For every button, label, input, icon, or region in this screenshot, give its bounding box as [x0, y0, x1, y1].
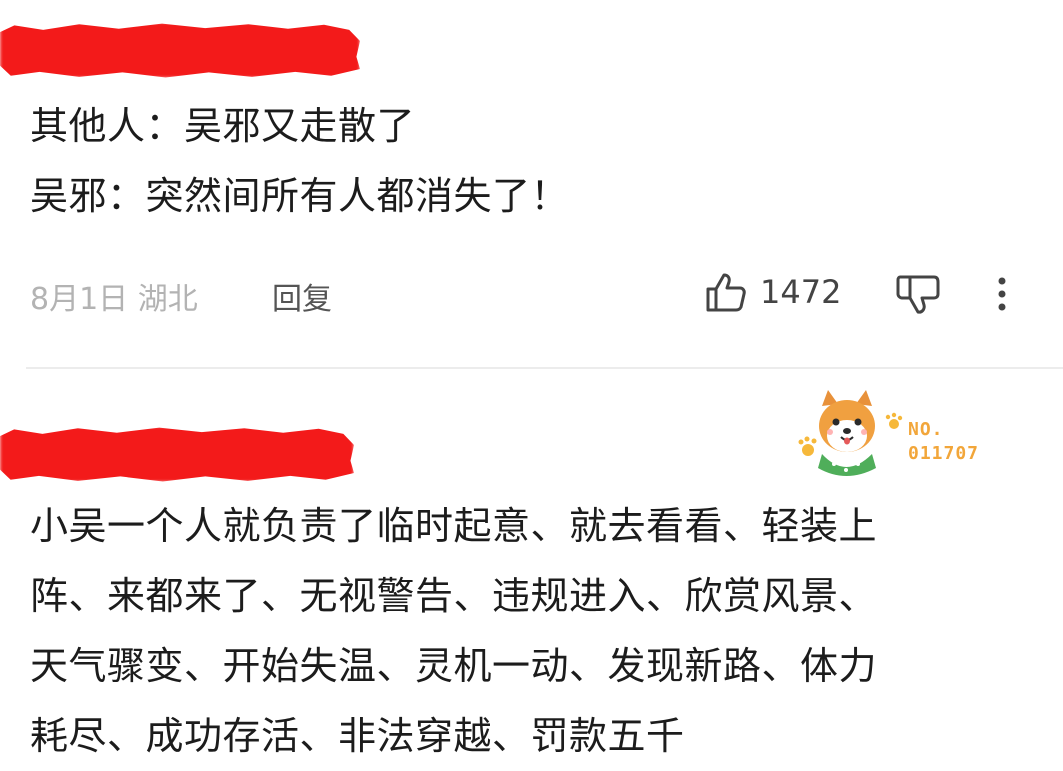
thumbs-down-icon [896, 275, 940, 314]
comment-date-location: 8月1日 湖北 [30, 282, 198, 317]
thumbs-up-icon [706, 273, 746, 312]
comment-line: 其他人：吴邪又走散了 [30, 104, 416, 148]
more-vertical-icon [998, 277, 1006, 311]
comment-line: 耗尽、成功存活、非法穿越、罚款五千 [30, 714, 685, 758]
badge-no-label: NO. [908, 419, 944, 440]
fan-badge[interactable]: NO. 011707 [796, 388, 1006, 480]
more-options-button[interactable] [990, 272, 1014, 318]
badge-no-value: 011707 [908, 443, 980, 464]
like-count: 1472 [760, 273, 842, 311]
dislike-button[interactable] [894, 272, 942, 318]
redacted-username [0, 427, 354, 482]
comment-line: 吴邪：突然间所有人都消失了！ [30, 174, 570, 218]
redacted-username [0, 23, 360, 78]
comment-line: 阵、来都来了、无视警告、违规进入、欣赏风景、 [30, 574, 878, 618]
comment-line: 天气骤变、开始失温、灵机一动、发现新路、体力 [30, 644, 878, 688]
like-button[interactable]: 1472 [704, 268, 841, 316]
comment-divider [26, 367, 1063, 369]
badge-number: NO. 011707 [908, 418, 979, 466]
reply-button[interactable]: 回复 [272, 274, 332, 318]
shiba-dog-sticker [798, 390, 903, 476]
comment-line: 小吴一个人就负责了临时起意、就去看看、轻装上 [30, 504, 878, 548]
